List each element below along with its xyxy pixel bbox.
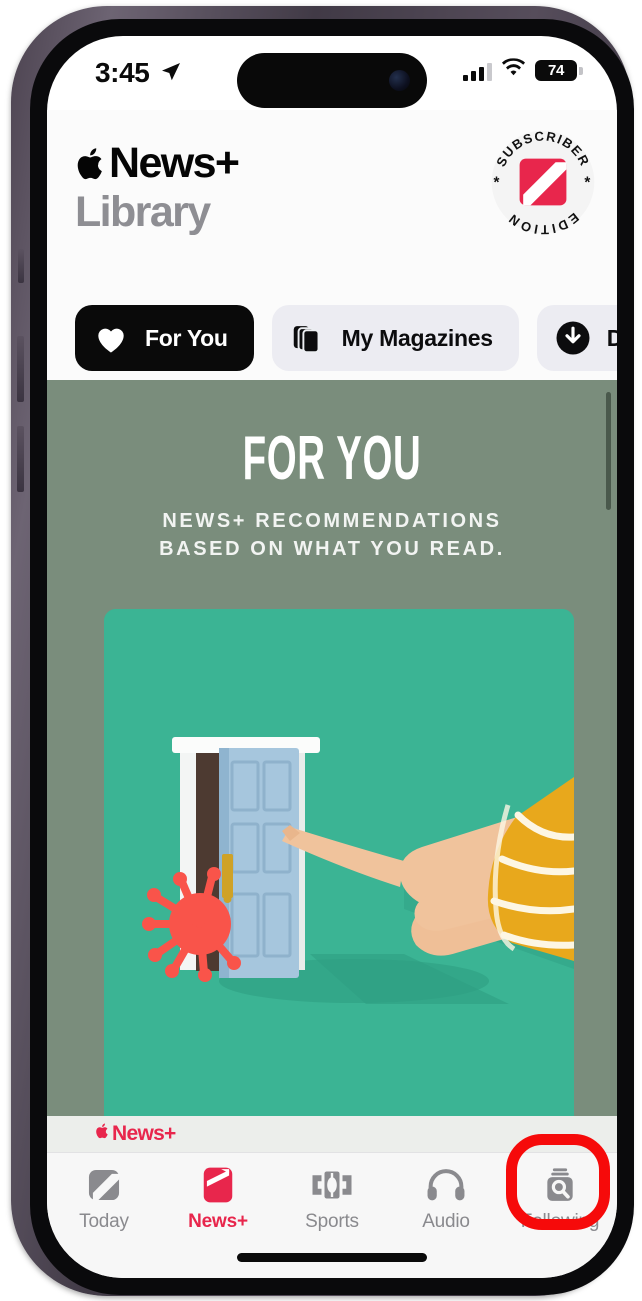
heart-icon [93,320,129,356]
phone-screenshot: 3:45 74 News+ Library SUBSCRIBER EDITION… [0,0,642,1301]
phone-screen: 3:45 74 News+ Library SUBSCRIBER EDITION… [47,36,617,1278]
app-header: News+ Library SUBSCRIBER EDITION * * For… [47,110,617,380]
status-bar: 3:45 74 [47,36,617,110]
volume-up-button[interactable] [17,336,24,402]
library-filter-pills: For You My Magazines D [47,300,617,376]
apple-logo-icon [95,1122,110,1146]
wifi-icon [501,58,526,83]
headphones-icon [426,1165,466,1205]
featured-article-card[interactable] [104,609,574,1129]
hand-pointing-at-miniature-door-icon [104,609,574,1129]
silent-switch[interactable] [18,249,24,283]
tab-label: Today [79,1211,129,1232]
front-camera-icon [389,70,410,91]
home-indicator[interactable] [237,1253,427,1262]
tab-audio[interactable]: Audio [389,1153,503,1245]
status-indicators: 74 [463,58,583,83]
for-you-feed-section: FOR YOU NEWS+ RECOMMENDATIONS BASED ON W… [47,380,617,1152]
battery-level: 74 [547,62,565,79]
cellular-bars-icon [463,61,492,81]
following-jar-search-icon [542,1165,578,1205]
tab-label: Following [520,1211,600,1232]
tab-bar: Today News+ Sports Audio Following [47,1152,617,1278]
feed-subtitle: NEWS+ RECOMMENDATIONS BASED ON WHAT YOU … [47,507,617,564]
download-arrow-icon [555,320,591,356]
news-n-icon [85,1165,123,1205]
tab-following[interactable]: Following [503,1153,617,1245]
news-plus-footer-logo: News+ [95,1122,176,1146]
brand-block: News+ Library [75,139,240,236]
footer-logo-text: News+ [112,1122,176,1145]
tab-sports[interactable]: Sports [275,1153,389,1245]
pill-label: Downlo [606,324,617,351]
news-plus-icon [201,1165,235,1205]
dynamic-island [237,53,427,108]
apple-logo-icon [75,145,107,183]
pill-label: For You [145,324,228,351]
pill-for-you[interactable]: For You [75,305,254,371]
pill-downloaded[interactable]: Downlo [536,305,617,371]
badge-star-left: * [494,174,500,191]
volume-down-button[interactable] [17,426,24,492]
sports-field-icon [311,1165,353,1205]
magazine-stack-icon [290,320,326,356]
feed-subtitle-line2: BASED ON WHAT YOU READ. [159,538,505,561]
tab-today[interactable]: Today [47,1153,161,1245]
feed-subtitle-line1: NEWS+ RECOMMENDATIONS [162,509,502,532]
tab-news-plus[interactable]: News+ [161,1153,275,1245]
subscriber-edition-badge: SUBSCRIBER EDITION * * [489,128,597,236]
feed-title: FOR YOU [242,424,422,493]
pill-label: My Magazines [341,324,493,351]
page-title: Library [75,188,211,236]
tab-label: Sports [305,1211,359,1232]
feed-footer: News+ [47,1116,617,1152]
phone-frame: 3:45 74 News+ Library SUBSCRIBER EDITION… [11,6,634,1296]
status-time: 3:45 [95,57,150,88]
battery-icon: 74 [535,60,583,81]
brand-name: News+ [109,139,240,187]
feed-scrollbar[interactable] [606,392,611,510]
tab-label: News+ [188,1211,248,1232]
badge-star-right: * [584,174,590,191]
location-arrow-icon [159,60,183,89]
tab-label: Audio [422,1211,470,1232]
brand-title-row: News+ [75,139,240,187]
pill-my-magazines[interactable]: My Magazines [271,305,519,371]
